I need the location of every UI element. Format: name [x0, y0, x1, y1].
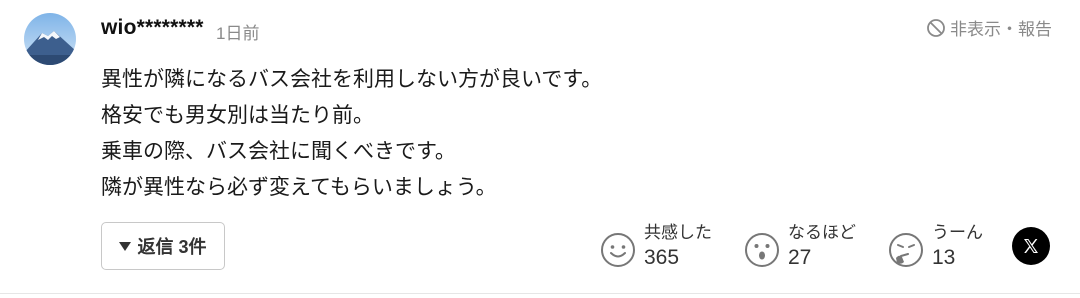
comment-line: 隣が異性なら必ず変えてもらいましょう。	[101, 176, 497, 199]
x-logo-icon	[1024, 239, 1038, 253]
hide-report-label: 非表示・報告	[950, 20, 1052, 39]
reply-label: 返信 3件	[137, 237, 207, 257]
comment-body: 異性が隣になるバス会社を利用しない方が良いです。 格安でも男女別は当たり前。 乗…	[101, 62, 602, 206]
reply-button[interactable]: 返信 3件	[101, 222, 225, 270]
reaction-count: 27	[788, 246, 812, 269]
comment-line: 乗車の際、バス会社に聞くべきです。	[101, 140, 456, 163]
prohibit-icon	[927, 18, 945, 37]
share-x-button[interactable]	[1012, 227, 1050, 265]
reaction-label: 共感した	[644, 223, 712, 242]
divider	[0, 293, 1080, 294]
reaction-label: なるほど	[788, 223, 856, 242]
reaction-count: 13	[932, 246, 956, 269]
smile-face-icon	[601, 233, 635, 267]
triangle-down-icon	[119, 241, 132, 251]
avatar[interactable]	[24, 13, 76, 65]
surprised-face-icon	[745, 233, 779, 267]
comment-line: 異性が隣になるバス会社を利用しない方が良いです。	[101, 68, 603, 91]
username[interactable]: wio********	[101, 16, 204, 40]
comment-card: wio******** 1日前 非表示・報告 異性が隣になるバス会社を利用しない…	[0, 0, 1080, 298]
reaction-label: うーん	[932, 223, 983, 242]
reaction-naruhodo-button[interactable]: なるほど 27	[744, 222, 856, 272]
reaction-uun-button[interactable]: うーん 13	[888, 222, 983, 272]
post-time: 1日前	[216, 24, 260, 43]
comment-line: 格安でも男女別は当たり前。	[101, 104, 374, 127]
hide-report-link[interactable]: 非表示・報告	[926, 15, 1052, 40]
mountain-avatar-icon	[24, 13, 76, 65]
thinking-face-icon	[889, 233, 923, 267]
reaction-empathize-button[interactable]: 共感した 365	[600, 222, 712, 272]
reaction-count: 365	[644, 246, 680, 269]
